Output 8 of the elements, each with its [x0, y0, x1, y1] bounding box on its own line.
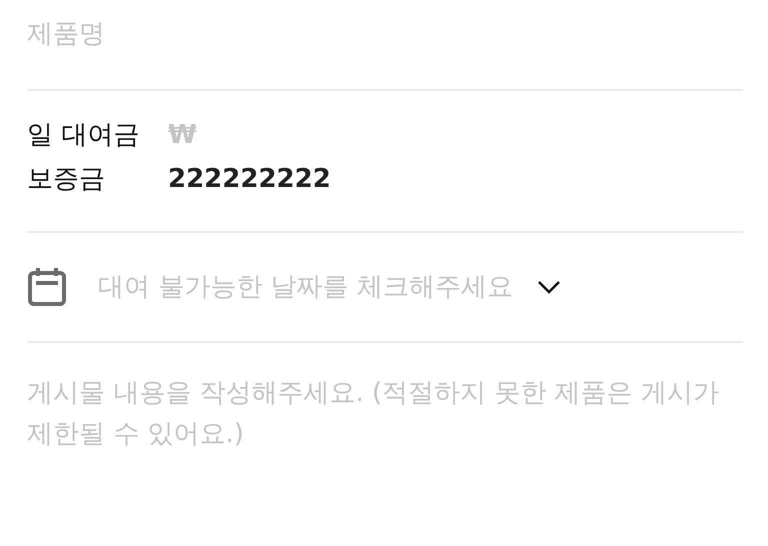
product-name-field[interactable]: 제품명 [27, 15, 743, 54]
price-field[interactable]: ₩ [168, 113, 468, 157]
price-field[interactable]: 222222222 [168, 157, 468, 201]
calendar-icon [27, 267, 67, 307]
price-label: 보증금 [27, 163, 106, 196]
description-field[interactable]: 게시물 내용을 작성해주세요. (적절하지 못한 제품은 게시가 제한될 수 있어요.) [27, 373, 743, 523]
chevron-icon[interactable] [536, 280, 561, 294]
price-label: 일 대여금 [27, 119, 140, 152]
